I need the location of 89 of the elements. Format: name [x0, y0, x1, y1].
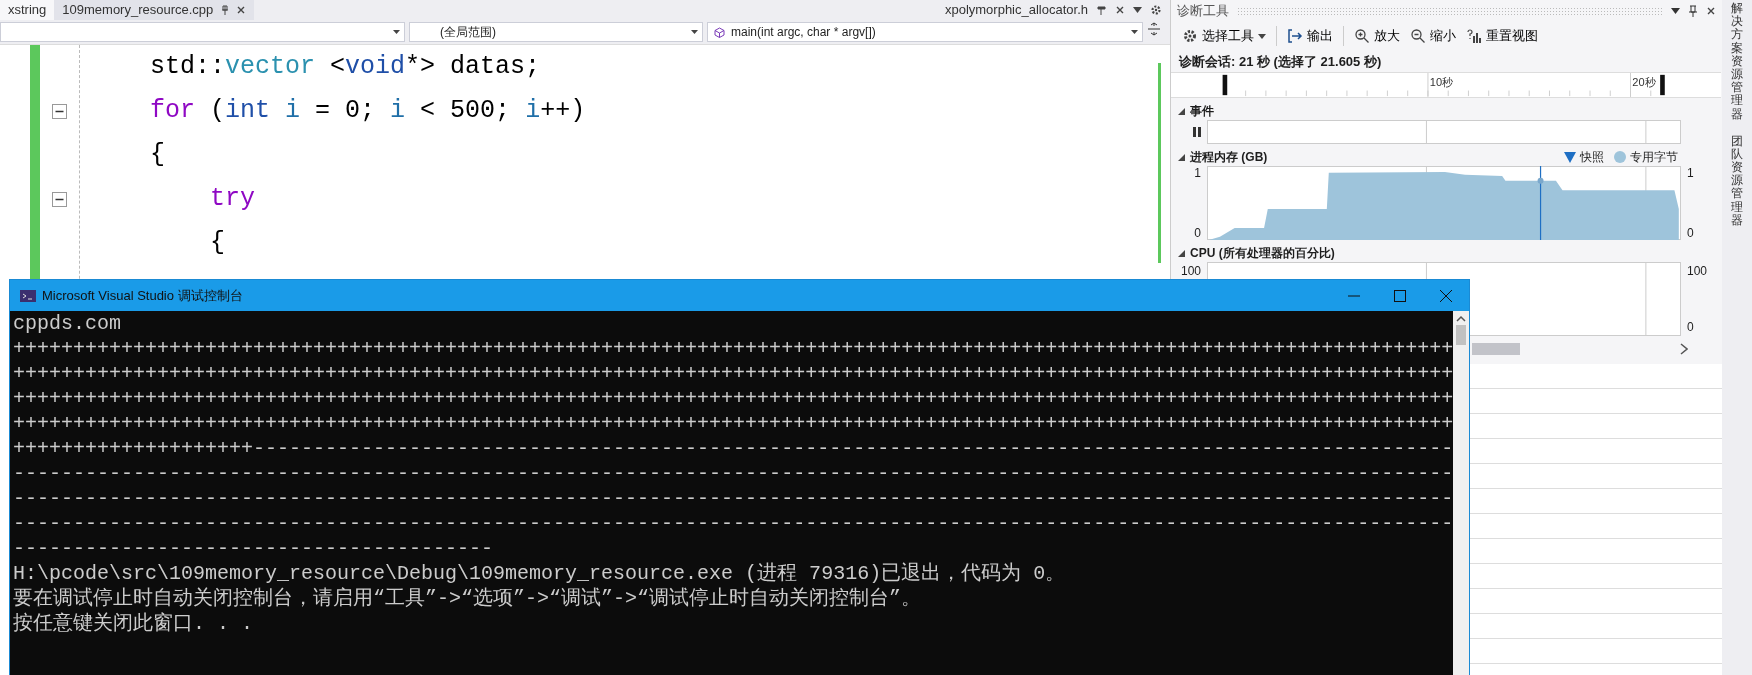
console-app-icon — [20, 289, 36, 302]
window-title: Microsoft Visual Studio 调试控制台 — [41, 286, 244, 305]
scroll-up-icon[interactable] — [1456, 315, 1467, 323]
section-title: 进程内存 (GB) — [1190, 149, 1268, 166]
axis-label: 100 — [1180, 263, 1201, 280]
collapse-icon[interactable] — [52, 191, 67, 207]
time-label: 10秒 — [1429, 75, 1454, 88]
expanded-icon[interactable] — [1177, 152, 1186, 162]
console-line: ------------------------------------------------------------------------------------------------------------------------ — [13, 461, 1454, 486]
axis-label: 0 — [1687, 226, 1694, 240]
member-dropdown[interactable]: main(int argc, char * argv[]) — [707, 22, 1143, 42]
caret-icon — [1131, 30, 1138, 34]
console-line: ++++++++++++++++++++++++++++++++++++++++++++++++++++++++++++++++++++++++++++++++++++++++++++++++++++++++++++++++++++++++ — [13, 411, 1454, 436]
console-line: 要在调试停止时自动关闭控制台，请启用“工具”->“选项”->“调试”->“调试停止时自动关闭控制台”。 — [13, 586, 923, 611]
range-handle[interactable] — [1660, 74, 1665, 96]
axis-label: 1 — [1687, 166, 1694, 180]
code-line: try — [209, 183, 257, 215]
console-line: ++++++++++++++++++++++++++++++++++++++++++++++++++++++++++++++++++++++++++++++++++++++++++++++++++++++++++++++++++++++++ — [13, 361, 1454, 386]
file-tab[interactable]: 109memory_resource.cpp — [54, 0, 255, 20]
console-line: 按任意键关闭此窗口. . . — [13, 611, 254, 636]
console-line: ------------------------------------------------------------------------------------------------------------------------ — [13, 511, 1454, 536]
maximize-icon — [1394, 289, 1406, 302]
console-line: ---------------------------------------- — [13, 536, 495, 561]
scope-text: (全局范围) — [440, 24, 496, 41]
split-icon[interactable] — [1147, 22, 1161, 36]
toolbar-button[interactable]: 重置视图 — [1463, 26, 1541, 46]
close-icon[interactable] — [1706, 6, 1716, 16]
snapshot-marker-icon — [1564, 151, 1576, 163]
axis-label: 0 — [1194, 226, 1201, 240]
session-info: 诊断会话: 21 秒 (选择了 21.605 秒) — [1177, 53, 1383, 71]
toolbar-button[interactable]: 放大 — [1351, 26, 1403, 46]
caret-icon — [393, 30, 400, 34]
pin-icon[interactable] — [1688, 5, 1698, 17]
scope-dropdown[interactable]: (全局范围) — [409, 22, 703, 42]
range-handle[interactable] — [1222, 74, 1228, 96]
console-line: H:\pcode\src\109memory_resource\Debug\109memory_resource.exe (进程 79316)已退出，代码为 0。 — [13, 561, 1067, 586]
dropdown-icon[interactable] — [1133, 7, 1142, 13]
caret-icon — [1258, 33, 1266, 39]
close-icon[interactable] — [1115, 5, 1125, 15]
legend-label: 专用字节 — [1630, 149, 1678, 166]
legend-dot — [1614, 151, 1626, 163]
console-line: ++++++++++++++++++++++++++++++++++++++++++++++++++++++++++++++++++++++++++++++++++++++++++++++++++++++++++++++++++++++++ — [13, 386, 1454, 411]
close-icon[interactable] — [236, 5, 247, 15]
member-text: main(int argc, char * argv[]) — [731, 24, 876, 41]
zoom-out-icon — [1410, 28, 1426, 44]
expanded-icon[interactable] — [1177, 106, 1186, 116]
legend-label: 快照 — [1580, 149, 1604, 166]
dropdown-icon[interactable] — [1671, 8, 1680, 14]
preview-tab[interactable]: xpolymorphic_allocator.h — [936, 0, 1096, 20]
collapse-icon[interactable] — [52, 103, 67, 119]
axis-label: 0 — [1687, 319, 1695, 336]
file-tab[interactable]: xstring — [0, 0, 55, 20]
console-line: ++++++++++++++++++++++++++++++++++++++++++++++++++++++++++++++++++++++++++++++++++++++++++++++++++++++++++++++++++++++++ — [13, 336, 1454, 361]
console-line: ------------------------------------------------------------------------------------------------------------------------ — [13, 486, 1454, 511]
console-line: cppds.com — [13, 311, 123, 336]
section-title: CPU (所有处理器的百分比) — [1190, 245, 1335, 262]
code-line: for (int i = 0; i < 500; i++) — [149, 95, 587, 127]
code-line: { — [209, 227, 227, 259]
reset-view-icon — [1466, 28, 1482, 44]
axis-label: 1 — [1194, 166, 1201, 180]
code-line: { — [149, 139, 166, 171]
pause-icon[interactable] — [1193, 127, 1201, 137]
timeline-ruler[interactable]: 10秒 20秒 — [1171, 72, 1721, 98]
gear-icon — [1182, 28, 1198, 44]
scroll-right-icon[interactable] — [1680, 343, 1688, 355]
section-title: 事件 — [1190, 103, 1214, 120]
side-tab[interactable]: 解决方案资源管理器 — [1731, 2, 1743, 121]
close-icon — [1440, 289, 1452, 302]
code-line: std::vector <void*> datas; — [149, 51, 542, 83]
settings-icon[interactable] — [1150, 4, 1162, 16]
toolbar-button[interactable]: 缩小 — [1407, 26, 1459, 46]
caret-icon — [691, 30, 698, 34]
pin-icon[interactable] — [219, 4, 231, 16]
zoom-in-icon — [1354, 28, 1370, 44]
axis-label: 100 — [1687, 263, 1709, 280]
cube-icon — [714, 26, 725, 38]
minimize-icon — [1348, 294, 1360, 297]
toolbar-button[interactable]: 输出 — [1284, 26, 1336, 46]
console-line: ++++++++++++++++++++---------------------------------------------------------------------------------------------------- — [13, 436, 1454, 461]
panel-title: 诊断工具 — [1177, 2, 1229, 21]
scrollbar-thumb[interactable] — [1456, 325, 1467, 345]
side-tab[interactable]: 团队资源管理器 — [1731, 134, 1743, 227]
output-icon — [1287, 28, 1303, 44]
toolbar-button[interactable]: 选择工具 — [1179, 26, 1269, 46]
expanded-icon[interactable] — [1177, 248, 1186, 258]
keep-open-icon[interactable] — [1096, 4, 1107, 16]
scrollbar-thumb[interactable] — [1472, 343, 1520, 355]
time-label: 20秒 — [1632, 75, 1656, 88]
selection-marker[interactable] — [1537, 166, 1544, 240]
